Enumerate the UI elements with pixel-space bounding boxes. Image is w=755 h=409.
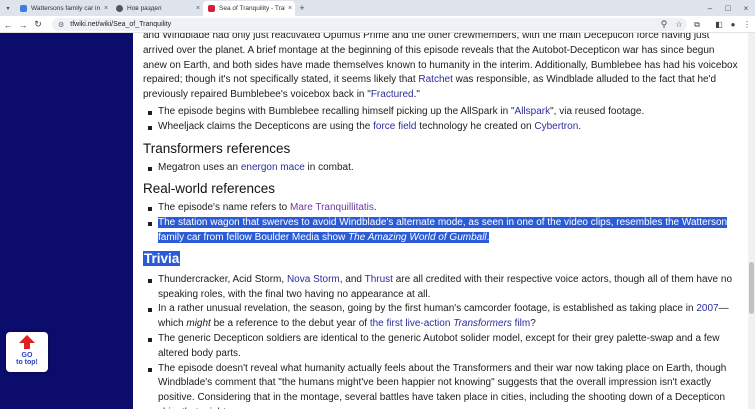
- tab-wattersons[interactable]: Wattersons family car in Transfo... ×: [15, 1, 111, 16]
- url-text: tfwiki.net/wiki/Sea_of_Tranquility: [70, 21, 172, 28]
- wiki-link[interactable]: Cybertron: [534, 121, 578, 132]
- tab-search-icon[interactable]: ▾: [2, 0, 14, 16]
- minimize-icon[interactable]: –: [704, 0, 716, 16]
- wiki-link[interactable]: Transformers: [453, 318, 512, 329]
- address-bar[interactable]: ⚙ tfwiki.net/wiki/Sea_of_Tranquility: [52, 18, 687, 31]
- zoom-icon[interactable]: ⚲: [658, 16, 670, 33]
- text-segment: Thundercracker, Acid Storm,: [158, 273, 287, 285]
- section-heading-trivia: Trivia: [143, 250, 739, 267]
- tab-title: Sea of Tranquility - Transformers: [219, 5, 285, 12]
- new-tab-button[interactable]: +: [296, 0, 308, 16]
- text-selection: The station wagon that swerves to avoid …: [158, 217, 728, 243]
- list-item: The generic Decepticon soldiers are iden…: [143, 332, 739, 362]
- go-to-top-label: to top!: [16, 359, 38, 366]
- close-window-icon[interactable]: ×: [740, 0, 752, 16]
- tfwiki-favicon-icon: [20, 5, 27, 12]
- maximize-icon[interactable]: ▢: [722, 0, 734, 16]
- text-segment: be a reference to the debut year of: [210, 318, 370, 330]
- reload-icon[interactable]: ↻: [32, 16, 44, 33]
- section-heading-real-world-references: Real-world references: [143, 181, 276, 197]
- close-icon[interactable]: ×: [193, 5, 203, 12]
- text-segment: in combat.: [304, 161, 354, 173]
- text-segment: The generic Decepticon soldiers are iden…: [158, 332, 720, 359]
- text-segment: Megatron uses an: [158, 161, 241, 173]
- extensions-icon[interactable]: ⧉: [691, 16, 703, 33]
- close-icon[interactable]: ×: [101, 5, 111, 12]
- list-item: Megatron uses an energon mace in combat.: [143, 161, 739, 176]
- tab-title: Нов раздел: [127, 5, 162, 12]
- go-to-top-label: GO: [21, 352, 33, 359]
- wiki-link[interactable]: Allspark: [515, 106, 551, 117]
- wiki-link[interactable]: Nova Storm: [287, 274, 340, 285]
- text-segment: ?: [530, 318, 536, 330]
- list-item: In a rather unusual revelation, the seas…: [143, 302, 739, 332]
- text-segment: The episode begins with Bumblebee recall…: [158, 105, 515, 117]
- globe-icon: [116, 5, 123, 12]
- menu-icon[interactable]: ⋮: [741, 16, 753, 33]
- references-list-2: Megatron uses an energon mace in combat.: [143, 161, 739, 176]
- text-segment: .: [373, 202, 377, 214]
- page-content: and Windblade had only just reactivated …: [133, 33, 748, 409]
- text-segment: ", via reused footage.: [550, 105, 645, 117]
- list-item: Wheeljack claims the Decepticons are usi…: [143, 120, 739, 135]
- text-segment: .: [486, 231, 490, 243]
- text-segment: The episode doesn't reveal what humanity…: [158, 362, 727, 409]
- wiki-link[interactable]: film: [512, 318, 531, 329]
- up-arrow-icon: [19, 335, 35, 349]
- site-info-icon[interactable]: ⚙: [58, 21, 64, 29]
- text-segment: .": [413, 89, 420, 101]
- list-item: The episode doesn't reveal what humanity…: [143, 362, 739, 409]
- list-item: The episode's name refers to Mare Tranqu…: [143, 201, 739, 216]
- wiki-link[interactable]: Ratchet: [418, 74, 452, 85]
- trivia-list: Thundercracker, Acid Storm, Nova Storm, …: [143, 273, 739, 409]
- transformers-favicon-icon: [208, 5, 215, 12]
- text-segment: Wheeljack claims the Decepticons are usi…: [158, 120, 374, 132]
- forward-icon[interactable]: →: [17, 16, 29, 33]
- text-segment: .: [578, 120, 582, 132]
- italic-text: The Amazing World of Gumball: [348, 231, 487, 243]
- wiki-link[interactable]: Thrust: [365, 274, 393, 285]
- text-segment: In a rather unusual revelation, the seas…: [158, 303, 697, 315]
- browser-toolbar: ← → ↻ ⚙ tfwiki.net/wiki/Sea_of_Tranquili…: [0, 16, 755, 33]
- list-item: The episode begins with Bumblebee recall…: [143, 105, 739, 120]
- tab-strip: ▾ Wattersons family car in Transfo... × …: [0, 0, 755, 16]
- list-item-selected: The station wagon that swerves to avoid …: [143, 216, 739, 246]
- list-item: Thundercracker, Acid Storm, Nova Storm, …: [143, 273, 739, 303]
- italic-text: might: [186, 318, 211, 330]
- profile-icon[interactable]: ●: [727, 16, 739, 33]
- go-to-top-button[interactable]: GO to top!: [6, 332, 48, 372]
- back-icon[interactable]: ←: [2, 16, 14, 33]
- close-icon[interactable]: ×: [285, 5, 295, 12]
- wiki-link[interactable]: Fractured: [371, 89, 414, 100]
- section-heading-transformers-references: Transformers references: [143, 140, 291, 156]
- text-segment: technology he created on: [416, 120, 535, 132]
- tab-new-section[interactable]: Нов раздел ×: [111, 1, 203, 16]
- tab-sea-of-tranquility[interactable]: Sea of Tranquility - Transformers ×: [203, 1, 295, 16]
- side-panel-icon[interactable]: ◧: [713, 16, 725, 33]
- references-list-3: The episode's name refers to Mare Tranqu…: [143, 201, 739, 245]
- trivia-selected: Trivia: [143, 250, 181, 266]
- scrollbar-track[interactable]: [748, 33, 755, 409]
- scrollbar-thumb[interactable]: [749, 262, 754, 314]
- wiki-link[interactable]: Mare Tranquillitatis: [290, 202, 374, 213]
- tab-title: Wattersons family car in Transfo...: [31, 5, 101, 12]
- wiki-link[interactable]: energon mace: [241, 162, 305, 173]
- wiki-link[interactable]: the first live-action: [370, 318, 453, 329]
- intro-paragraph: and Windblade had only just reactivated …: [143, 33, 739, 103]
- wiki-link[interactable]: force field: [373, 121, 416, 132]
- wiki-link[interactable]: 2007: [696, 303, 718, 314]
- references-list-1: The episode begins with Bumblebee recall…: [143, 105, 739, 135]
- text-segment: , and: [339, 273, 365, 285]
- bookmark-star-icon[interactable]: ☆: [673, 16, 685, 33]
- text-segment: The episode's name refers to: [158, 202, 290, 214]
